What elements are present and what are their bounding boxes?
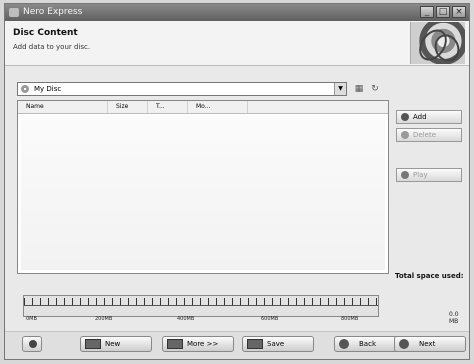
help-icon — [29, 340, 37, 348]
disc-name: My Disc — [34, 85, 62, 93]
play-button[interactable]: Play — [396, 168, 462, 182]
nero-express-window: Nero Express _ □ × Disc Content Add data… — [4, 3, 470, 360]
window-title: Nero Express — [23, 7, 83, 17]
file-list[interactable]: Name Size T... Mo... — [17, 100, 389, 274]
tick-label: 0MB — [26, 316, 37, 322]
header: Disc Content Add data to your disc. — [5, 21, 469, 66]
file-list-header: Name Size T... Mo... — [18, 101, 388, 114]
minimize-button[interactable]: _ — [420, 6, 434, 18]
add-button[interactable]: Add — [396, 110, 462, 124]
disc-icon — [21, 85, 29, 93]
gauge-track — [24, 305, 378, 306]
column-modified[interactable]: Mo... — [188, 101, 248, 113]
column-type[interactable]: T... — [148, 101, 188, 113]
total-space-label: Total space used: — [395, 272, 464, 280]
next-icon — [399, 339, 409, 349]
tick-label: 800MB — [341, 316, 359, 322]
disc-capacity-gauge — [23, 295, 379, 317]
play-icon — [401, 171, 409, 179]
help-button[interactable] — [22, 336, 42, 352]
column-name[interactable]: Name — [18, 101, 108, 113]
next-button[interactable]: Next — [394, 336, 466, 352]
save-icon — [247, 339, 263, 349]
titlebar: Nero Express _ □ × — [5, 4, 469, 21]
chevron-down-icon[interactable]: ▼ — [334, 83, 346, 95]
file-drop-area[interactable] — [21, 115, 385, 270]
new-button[interactable]: New — [80, 336, 152, 352]
new-folder-icon[interactable]: ▦ — [353, 83, 365, 95]
column-size[interactable]: Size — [108, 101, 148, 113]
delete-button[interactable]: Delete — [396, 128, 462, 142]
refresh-icon[interactable]: ↻ — [369, 83, 381, 95]
maximize-button[interactable]: □ — [436, 6, 450, 18]
nero-icon — [9, 8, 19, 17]
tick-label: 200MB — [95, 316, 113, 322]
page-subtitle: Add data to your disc. — [13, 43, 91, 51]
save-button[interactable]: Save — [242, 336, 314, 352]
more-icon — [167, 339, 183, 349]
window-controls: _ □ × — [420, 6, 466, 18]
disc-select[interactable]: My Disc ▼ — [17, 82, 347, 96]
page-title: Disc Content — [13, 28, 78, 38]
close-button[interactable]: × — [452, 6, 466, 18]
delete-icon — [401, 131, 409, 139]
space-used-value: 0.0 MB — [449, 311, 459, 325]
more-button[interactable]: More >> — [162, 336, 234, 352]
gauge-ticks — [24, 298, 378, 305]
nero-logo — [410, 22, 465, 64]
back-icon — [339, 339, 349, 349]
tick-label: 600MB — [261, 316, 279, 322]
new-icon — [85, 339, 101, 349]
tick-label: 400MB — [177, 316, 195, 322]
add-icon — [401, 113, 409, 121]
